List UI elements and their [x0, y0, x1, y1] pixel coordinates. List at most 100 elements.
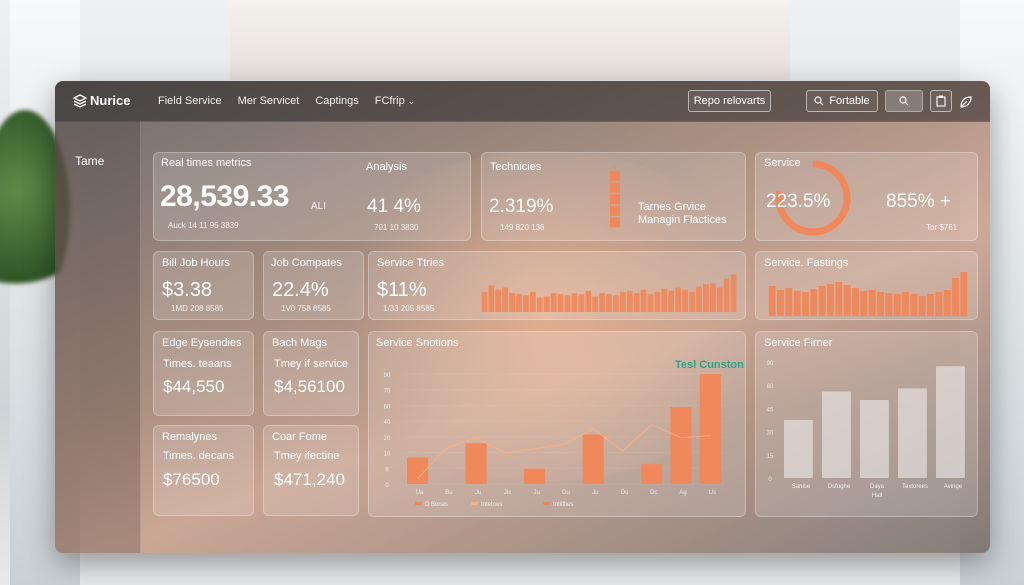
service-rating-bar [843, 285, 851, 316]
main-nav: Field Service Mer Servicet Captings FCfr… [158, 95, 415, 107]
job-completes-card[interactable]: Job Compates 22.4% 1V0 758 8585 [263, 251, 364, 320]
x-tick-label: Ag [679, 490, 686, 496]
realtime-metrics-title: Real times metrics [161, 157, 252, 169]
clipboard-button[interactable] [930, 90, 952, 112]
sidebar-item-tame[interactable]: Tame [75, 154, 104, 168]
logo-icon [73, 93, 87, 108]
x-tick-label: Dsfoghe [828, 484, 851, 490]
realtime-metrics-card[interactable]: Real times metrics 28,539.33 ALI Auck 14… [153, 152, 471, 241]
bach-card[interactable]: Bach Mags Tmey if service $4,56100 [263, 331, 359, 416]
service-trend-bar [536, 297, 543, 312]
service-trend-bar [592, 296, 599, 312]
service-trend-bar [613, 295, 619, 312]
service-trend-bar [647, 294, 654, 312]
service-trend-bar [730, 274, 737, 312]
chart-bar [936, 366, 965, 478]
reports-button[interactable]: Repo relovarts [688, 90, 771, 112]
service-trend-bar [564, 295, 571, 312]
service-rating-bar [768, 286, 776, 316]
legend-label: D Bonas [425, 502, 448, 508]
y-tick-label: 40 [384, 420, 391, 426]
service-rating-bar [785, 288, 793, 316]
search-field-label: Fortable [829, 95, 870, 107]
search-field[interactable]: Fortable [806, 90, 878, 112]
edge-title: Edge Eysendies [162, 337, 242, 349]
technicians-note-line1: Tarnes Grvice [638, 201, 706, 213]
service-trend-bar [543, 296, 550, 312]
nav-captings[interactable]: Captings [315, 95, 358, 107]
background-ceiling [230, 0, 790, 80]
service-firner-card[interactable]: Service Firner 0 15 30 45 60 90 Sanise Dsfoghe D… [755, 331, 978, 517]
x-tick-label: Bu [445, 490, 452, 496]
analysis-sub: 701 10 3830 [374, 223, 419, 232]
nav-field-service[interactable]: Field Service [158, 95, 222, 107]
y-tick-label: 8 [385, 467, 389, 473]
technicians-value: 2.319% [489, 196, 554, 217]
service-trend-bar [495, 289, 502, 312]
service-rating-bar [835, 282, 843, 316]
chevron-down-icon: ⌄ [407, 96, 416, 106]
bach-label: Tmey if service [274, 358, 348, 370]
dashboard-window: Nurice Field Service Mer Servicet Captin… [55, 81, 990, 553]
service-rating-bar [960, 272, 968, 316]
search-button[interactable] [885, 90, 923, 112]
x-tick-label: Ju [592, 490, 598, 496]
chart-bar [524, 468, 546, 484]
service-rating-bar [827, 284, 834, 316]
technicians-card[interactable]: Technicies 2.319% 149 820 136 Tarnes Grv… [481, 152, 746, 241]
service-trend-bar [696, 286, 702, 312]
x-tick-label: Daya [870, 484, 885, 490]
service-firner-chart: 0 15 30 45 60 90 Sanise Dsfoghe Daya Hall Textoree… [767, 361, 965, 499]
service-card[interactable]: Service 223.5% 855% + Tor $761 [755, 152, 978, 241]
coar-card[interactable]: Coar Fome Tmey ifectine $471,240 [263, 425, 359, 516]
edge-card[interactable]: Edge Eysendies Times. teaans $44,550 [153, 331, 254, 416]
service-rating-bar [893, 294, 901, 316]
legend-label: Intlifties [553, 502, 573, 508]
service-trend-bar [668, 290, 675, 312]
nav-mer-servicet[interactable]: Mer Servicet [238, 95, 300, 107]
leaf-button[interactable] [959, 95, 973, 109]
app-logo[interactable]: Nurice [73, 93, 130, 108]
x-tick-label: Ju [475, 490, 481, 496]
service-trend-sub: 1/33 205 8585 [383, 304, 435, 313]
bill-job-hours-title: Bill Job Hours [162, 257, 230, 269]
service-rating-bar [902, 292, 909, 316]
service-trend-bar [654, 292, 661, 312]
bill-job-hours-card[interactable]: Bill Job Hours $3.38 1MD 208 8585 [153, 251, 254, 320]
job-completes-title: Job Compates [271, 257, 342, 269]
service-solutions-card[interactable]: Service Snotions Tesl Cunston 0 8 10 20 40 60… [368, 331, 746, 517]
service-rating-bar [810, 289, 818, 316]
service-rating-bar [935, 292, 943, 316]
service-trend-value: $11% [377, 279, 427, 301]
service-ratings-title: Service. Fastings [764, 257, 849, 269]
service-trend-bar [530, 292, 536, 312]
remalynes-label: Times. decans [163, 450, 235, 462]
service-trend-bar [585, 290, 592, 312]
service-ratings-card[interactable]: Service. Fastings [755, 251, 978, 320]
logo-text: Nurice [90, 93, 131, 108]
service-value: 223.5% [766, 191, 831, 212]
service-ratings-bars [768, 272, 968, 316]
magnifier-icon [899, 96, 909, 106]
nav-fcfrip[interactable]: FCfrip ⌄ [375, 95, 416, 107]
technicians-title: Technicies [490, 161, 542, 173]
chart-line [417, 424, 711, 479]
service-trend-card[interactable]: Service Ttries $11% 1/33 205 8585 [368, 251, 746, 320]
x-tick-label: Textorees [902, 484, 928, 490]
coar-title: Coar Fome [272, 431, 328, 443]
legend-label: Intetoes [481, 502, 502, 508]
service-rating-bar [802, 292, 809, 316]
service-trend-bar [626, 290, 633, 312]
service-trend-bar [723, 278, 730, 312]
remalynes-card[interactable]: Remalynes Times. decans $76500 [153, 425, 254, 516]
technicians-bar [610, 194, 620, 205]
y-tick-label: 90 [384, 373, 391, 379]
x-tick-label: Jis [504, 490, 511, 496]
service-rating-bar [777, 290, 784, 316]
bach-value: $4,56100 [274, 377, 345, 396]
service-rating-bar [918, 296, 926, 316]
chart-bar [641, 464, 663, 484]
service-trend-title: Service Ttries [377, 257, 445, 269]
service-rating-bar [927, 294, 934, 316]
service-rating-bar [852, 288, 859, 316]
